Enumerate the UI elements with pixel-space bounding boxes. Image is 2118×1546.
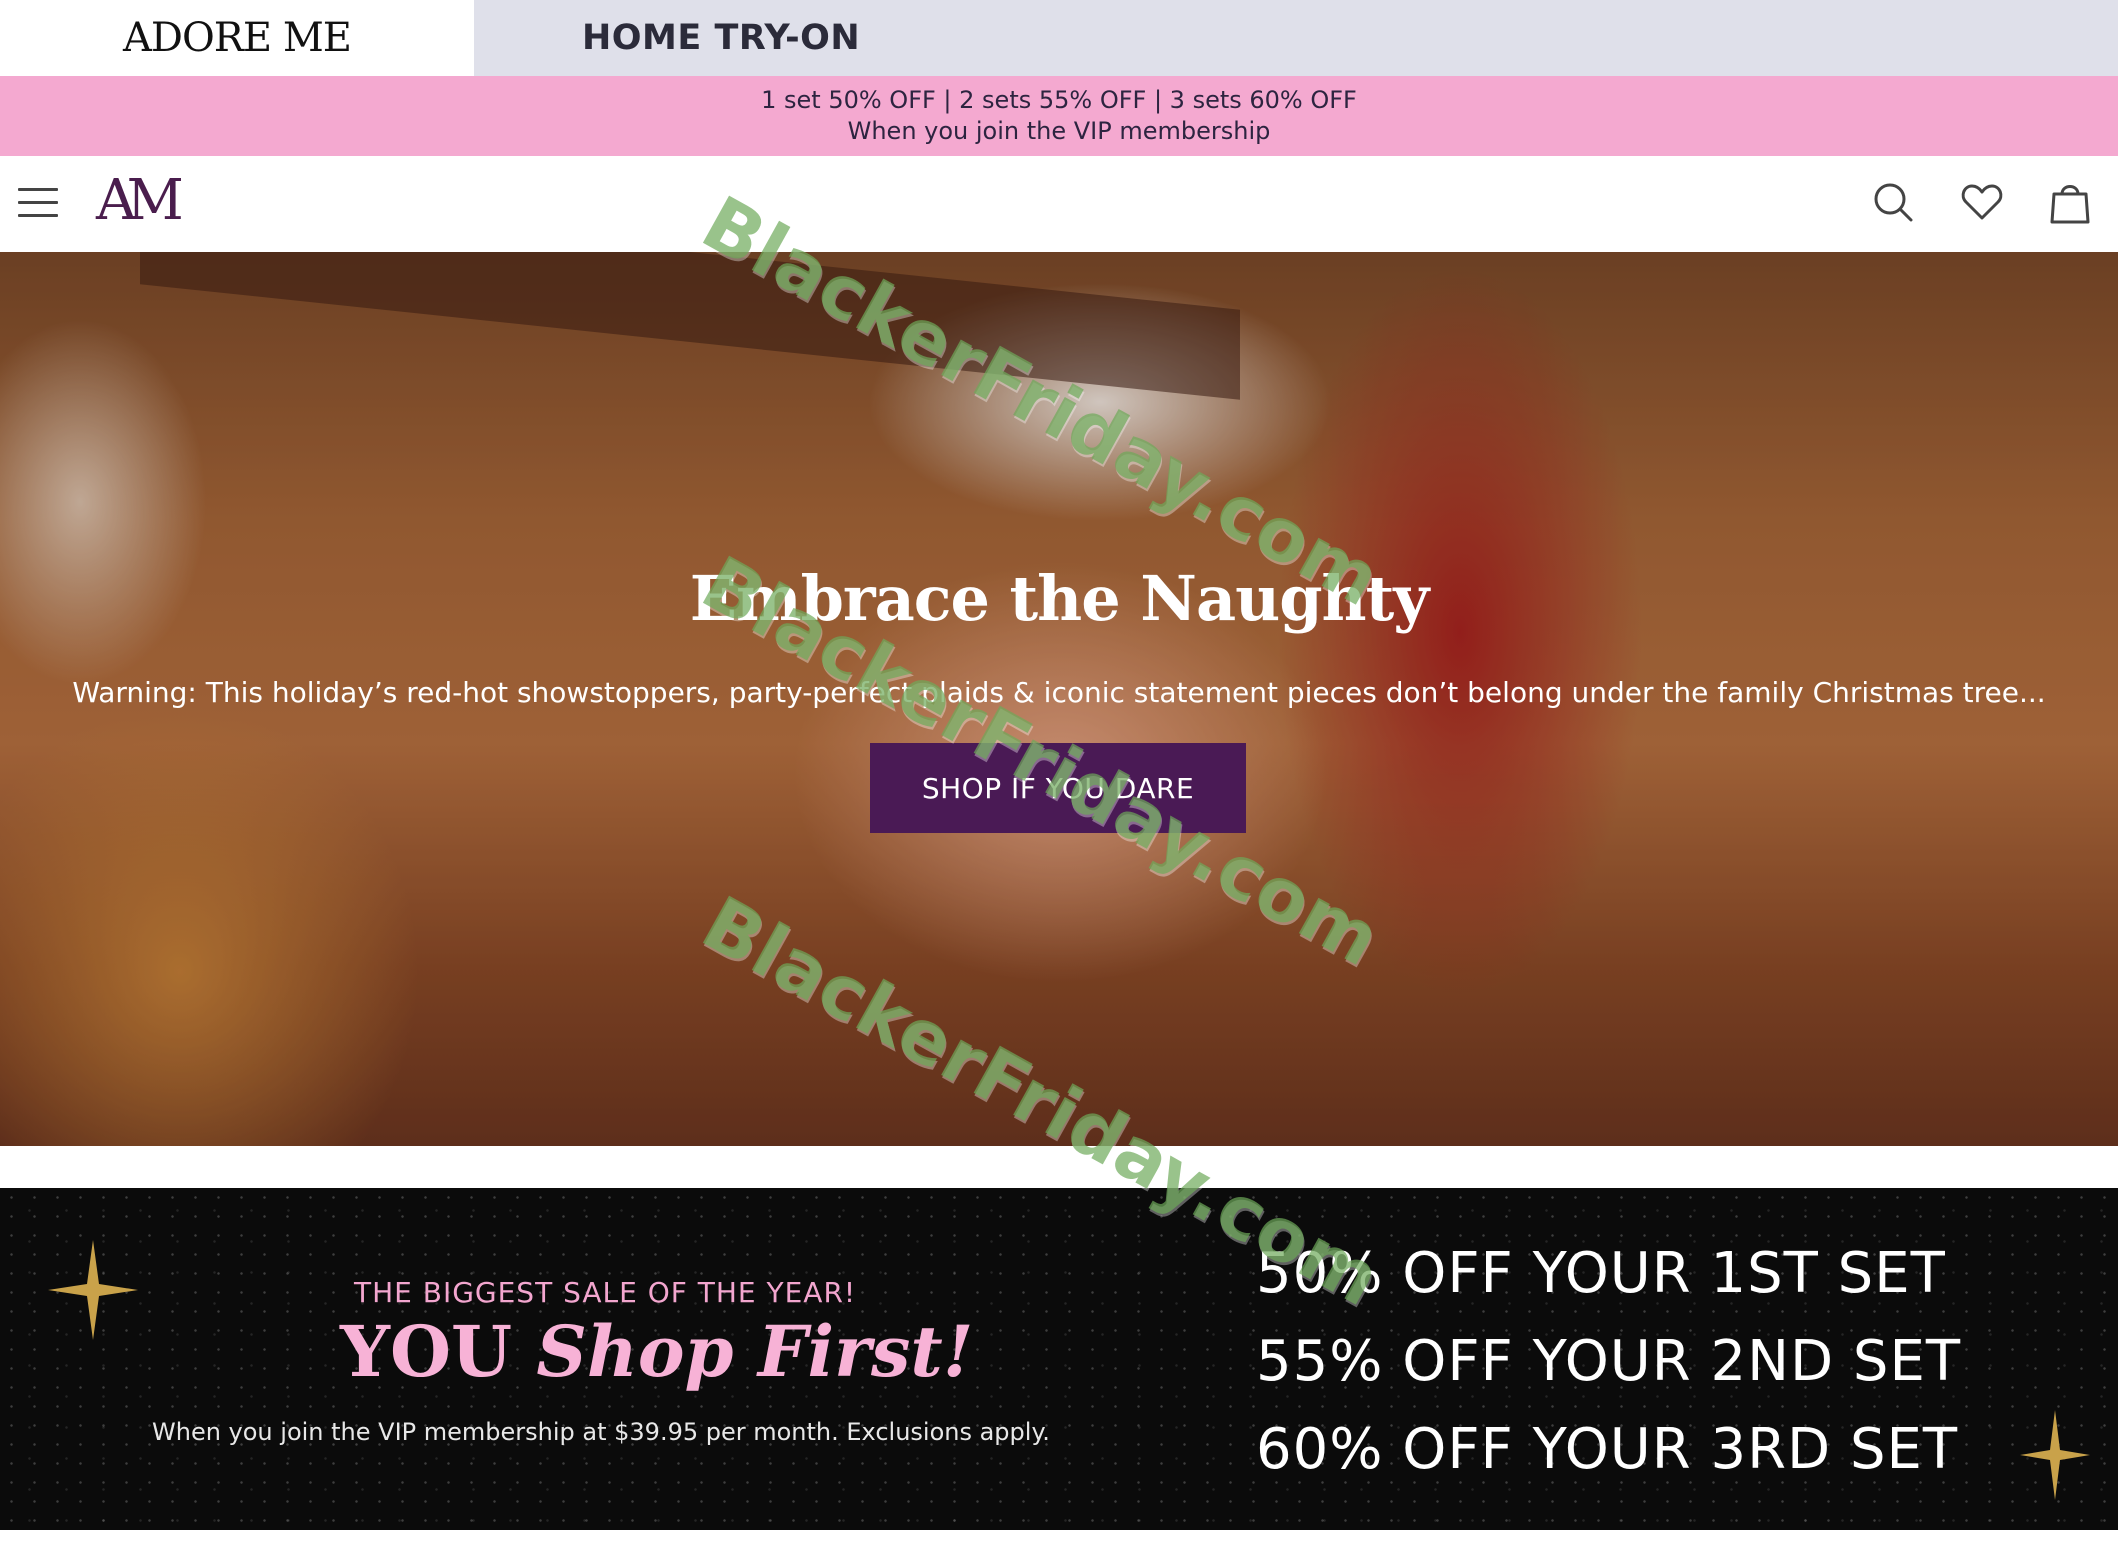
hero-subtitle: Warning: This holiday’s red-hot showstop… bbox=[72, 676, 2046, 709]
sale-offer-2: 55% OFF YOUR 2ND SET bbox=[1256, 1329, 1962, 1394]
heart-icon[interactable] bbox=[1958, 178, 2006, 226]
search-icon[interactable] bbox=[1869, 178, 1917, 226]
sale-headline-you: YOU bbox=[340, 1310, 512, 1393]
tab-adore-me[interactable]: ADORE ME bbox=[0, 0, 474, 76]
brand-wordmark: ADORE ME bbox=[123, 15, 352, 61]
sale-membership-note: When you join the VIP membership at $39.… bbox=[152, 1418, 1050, 1446]
promo-banner[interactable]: 1 set 50% OFF | 2 sets 55% OFF | 3 sets … bbox=[0, 76, 2118, 156]
sale-kicker: THE BIGGEST SALE OF THE YEAR! bbox=[354, 1276, 857, 1309]
tab-home-try-on-label: HOME TRY-ON bbox=[582, 18, 861, 58]
main-nav: AM bbox=[0, 156, 2118, 252]
hero-title: Embrace the Naughty bbox=[689, 562, 1430, 635]
sale-offer-3: 60% OFF YOUR 3RD SET bbox=[1256, 1417, 1959, 1482]
shop-if-you-dare-button[interactable]: SHOP IF YOU DARE bbox=[870, 743, 1246, 833]
sale-headline: YOU Shop First! bbox=[340, 1310, 973, 1393]
menu-icon[interactable] bbox=[18, 188, 58, 220]
sale-headline-shop-first: Shop First! bbox=[536, 1310, 974, 1393]
hero-banner: Embrace the Naughty Warning: This holida… bbox=[0, 252, 2118, 1146]
am-logo[interactable]: AM bbox=[96, 168, 184, 233]
shopping-bag-icon[interactable] bbox=[2046, 178, 2094, 226]
sparkle-star-icon bbox=[2020, 1410, 2090, 1500]
brand-tabs: ADORE ME HOME TRY-ON bbox=[0, 0, 2118, 76]
sale-offer-1: 50% OFF YOUR 1ST SET bbox=[1256, 1241, 1946, 1306]
promo-line-membership: When you join the VIP membership bbox=[847, 117, 1271, 145]
sparkle-star-icon bbox=[48, 1240, 138, 1340]
promo-line-offers: 1 set 50% OFF | 2 sets 55% OFF | 3 sets … bbox=[761, 86, 1357, 114]
tab-home-try-on[interactable]: HOME TRY-ON bbox=[474, 0, 2118, 76]
sale-banner[interactable]: THE BIGGEST SALE OF THE YEAR! YOU Shop F… bbox=[0, 1188, 2118, 1530]
sale-offers-list: 50% OFF YOUR 1ST SET 55% OFF YOUR 2ND SE… bbox=[1256, 1230, 1961, 1494]
